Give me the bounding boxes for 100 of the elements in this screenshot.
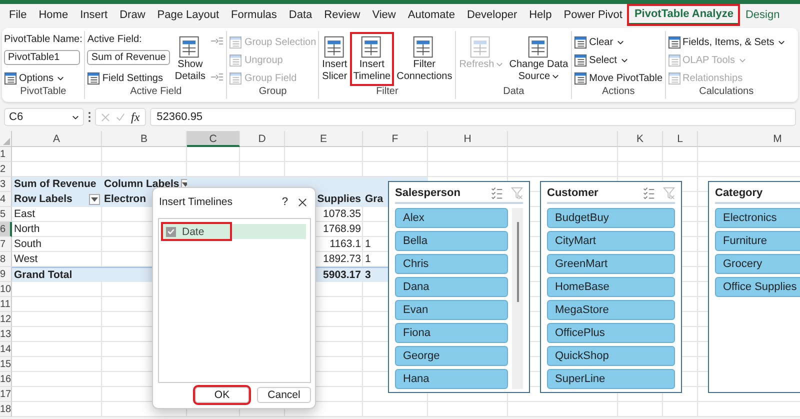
row-header[interactable]: 6 xyxy=(0,222,12,237)
row-header[interactable]: 2 xyxy=(0,162,12,177)
column-header[interactable]: K xyxy=(618,131,663,147)
slicer-item[interactable]: Bella xyxy=(395,231,508,251)
slicer-item[interactable]: SuperLine xyxy=(547,369,675,389)
row-header[interactable]: 14 xyxy=(0,342,12,357)
ribbon-button[interactable]: Insert Timeline xyxy=(352,34,392,84)
slicer-item[interactable]: MegaStore xyxy=(547,300,675,320)
ribbon-tab[interactable]: Design xyxy=(739,5,786,25)
row-header[interactable]: 16 xyxy=(0,372,12,387)
ribbon-tab[interactable]: Page Layout xyxy=(151,5,226,25)
column-header[interactable] xyxy=(508,131,618,147)
slicer-title: Category xyxy=(715,187,764,199)
ribbon-button[interactable]: Insert Slicer xyxy=(321,34,348,84)
slicer-item[interactable]: OfficePlus xyxy=(547,323,675,343)
row-header[interactable]: 3 xyxy=(0,177,12,192)
row-header[interactable]: 12 xyxy=(0,312,12,327)
slicer-item[interactable]: George xyxy=(395,346,508,366)
ribbon-button[interactable]: Select xyxy=(574,52,628,68)
select-all-icon[interactable] xyxy=(3,138,10,145)
slicer-item[interactable]: Dana xyxy=(395,277,508,297)
row-header[interactable]: 5 xyxy=(0,207,12,222)
slicer-item[interactable]: GreenMart xyxy=(547,254,675,274)
ribbon-button[interactable]: Move PivotTable xyxy=(574,70,663,86)
column-header[interactable]: H xyxy=(428,131,508,147)
slicer-item[interactable]: Fiona xyxy=(395,323,508,343)
ribbon-tab[interactable]: Help xyxy=(523,5,558,25)
slicer-item[interactable]: Chris xyxy=(395,254,508,274)
row-header[interactable]: 18 xyxy=(0,402,12,417)
dialog-button[interactable]: Cancel xyxy=(257,387,311,403)
text-field[interactable]: PivotTable1 xyxy=(4,50,80,65)
column-header[interactable]: C xyxy=(187,131,240,147)
slicer-item[interactable]: Electronics xyxy=(715,208,800,228)
slicer-item[interactable]: CityMart xyxy=(547,231,675,251)
multi-select-icon[interactable] xyxy=(643,187,655,199)
ribbon-tab[interactable]: Review xyxy=(318,5,366,25)
multi-select-icon[interactable] xyxy=(491,187,503,199)
column-header[interactable]: L xyxy=(663,131,698,147)
row-header[interactable]: 13 xyxy=(0,327,12,342)
field-checkbox[interactable]: Date xyxy=(163,224,230,239)
ribbon-tab[interactable]: Data xyxy=(282,5,318,25)
slicer-item[interactable]: HomeBase xyxy=(547,277,675,297)
row-header[interactable]: 15 xyxy=(0,357,12,372)
column-header[interactable]: F xyxy=(363,131,428,147)
ribbon-button[interactable]: Clear xyxy=(574,34,624,50)
row-header[interactable]: 4 xyxy=(0,192,12,207)
text-field[interactable]: Sum of Revenue xyxy=(87,50,170,65)
ribbon-tab[interactable]: Automate xyxy=(402,5,461,25)
ribbon-button[interactable]: Fields, Items, & Sets xyxy=(668,34,786,50)
ribbon-tab[interactable]: Insert xyxy=(74,5,114,25)
ribbon-tab[interactable]: Developer xyxy=(460,5,524,25)
row-header[interactable]: 8 xyxy=(0,252,12,267)
slicer-item[interactable]: Evan xyxy=(395,300,508,320)
checkmark-icon xyxy=(167,227,175,236)
row-header[interactable]: 7 xyxy=(0,237,12,252)
table-cell: 1 xyxy=(365,237,371,251)
ribbon-button[interactable]: Field Settings xyxy=(87,70,163,86)
row-header[interactable]: 1 xyxy=(0,147,12,162)
ribbon-tab[interactable]: View xyxy=(366,5,402,25)
ribbon-button[interactable]: Filter Connections xyxy=(396,34,454,84)
column-header[interactable]: D xyxy=(240,131,285,147)
column-header[interactable]: A xyxy=(12,131,102,147)
ribbon-tab[interactable]: Draw xyxy=(114,5,152,25)
slicer-item[interactable]: Alex xyxy=(395,208,508,228)
ribbon-tab[interactable]: Home xyxy=(32,5,74,25)
filter-dropdown-button[interactable] xyxy=(89,194,100,204)
check-icon[interactable] xyxy=(116,112,125,122)
sheet-icon xyxy=(526,35,551,59)
ribbon-button[interactable]: Options xyxy=(4,70,64,86)
ribbon-tab[interactable]: File xyxy=(3,5,33,25)
slicer-item[interactable]: BudgetBuy xyxy=(547,208,675,228)
name-box[interactable]: C6 xyxy=(4,108,84,126)
row-header[interactable]: 10 xyxy=(0,282,12,297)
column-header[interactable]: B xyxy=(102,131,187,147)
column-header[interactable]: M xyxy=(698,131,800,147)
list-item[interactable]: Date xyxy=(163,224,306,239)
row-header[interactable]: 17 xyxy=(0,387,12,402)
ribbon-button[interactable]: Show Details xyxy=(174,34,206,84)
cancel-icon[interactable] xyxy=(101,112,110,122)
clear-filter-icon[interactable] xyxy=(511,187,523,199)
insert-function-button[interactable]: fx xyxy=(131,110,140,124)
help-button[interactable]: ? xyxy=(282,196,288,208)
slicer-item[interactable]: QuickShop xyxy=(547,346,675,366)
close-icon[interactable] xyxy=(298,198,307,206)
row-header[interactable]: 9 xyxy=(0,267,12,282)
row-header[interactable]: 11 xyxy=(0,297,12,312)
column-header[interactable]: E xyxy=(285,131,363,147)
ribbon-tab[interactable]: Formulas xyxy=(225,5,283,25)
ribbon-tab[interactable]: Power Pivot xyxy=(558,5,628,25)
formula-input[interactable]: 52360.95 xyxy=(150,108,796,126)
slicer-item[interactable]: Hana xyxy=(395,369,508,389)
scrollbar[interactable] xyxy=(512,208,523,389)
more-icon[interactable] xyxy=(88,111,91,123)
ribbon-tab[interactable]: PivotTable Analyze xyxy=(628,5,740,25)
slicer-item[interactable]: Grocery xyxy=(715,254,800,274)
slicer-item[interactable]: Furniture xyxy=(715,231,800,251)
slicer-item[interactable]: Office Supplies xyxy=(715,277,800,297)
clear-filter-icon[interactable] xyxy=(663,187,675,199)
dialog-button[interactable]: OK xyxy=(195,387,249,403)
ribbon-button[interactable]: Change Data Source xyxy=(508,34,570,84)
